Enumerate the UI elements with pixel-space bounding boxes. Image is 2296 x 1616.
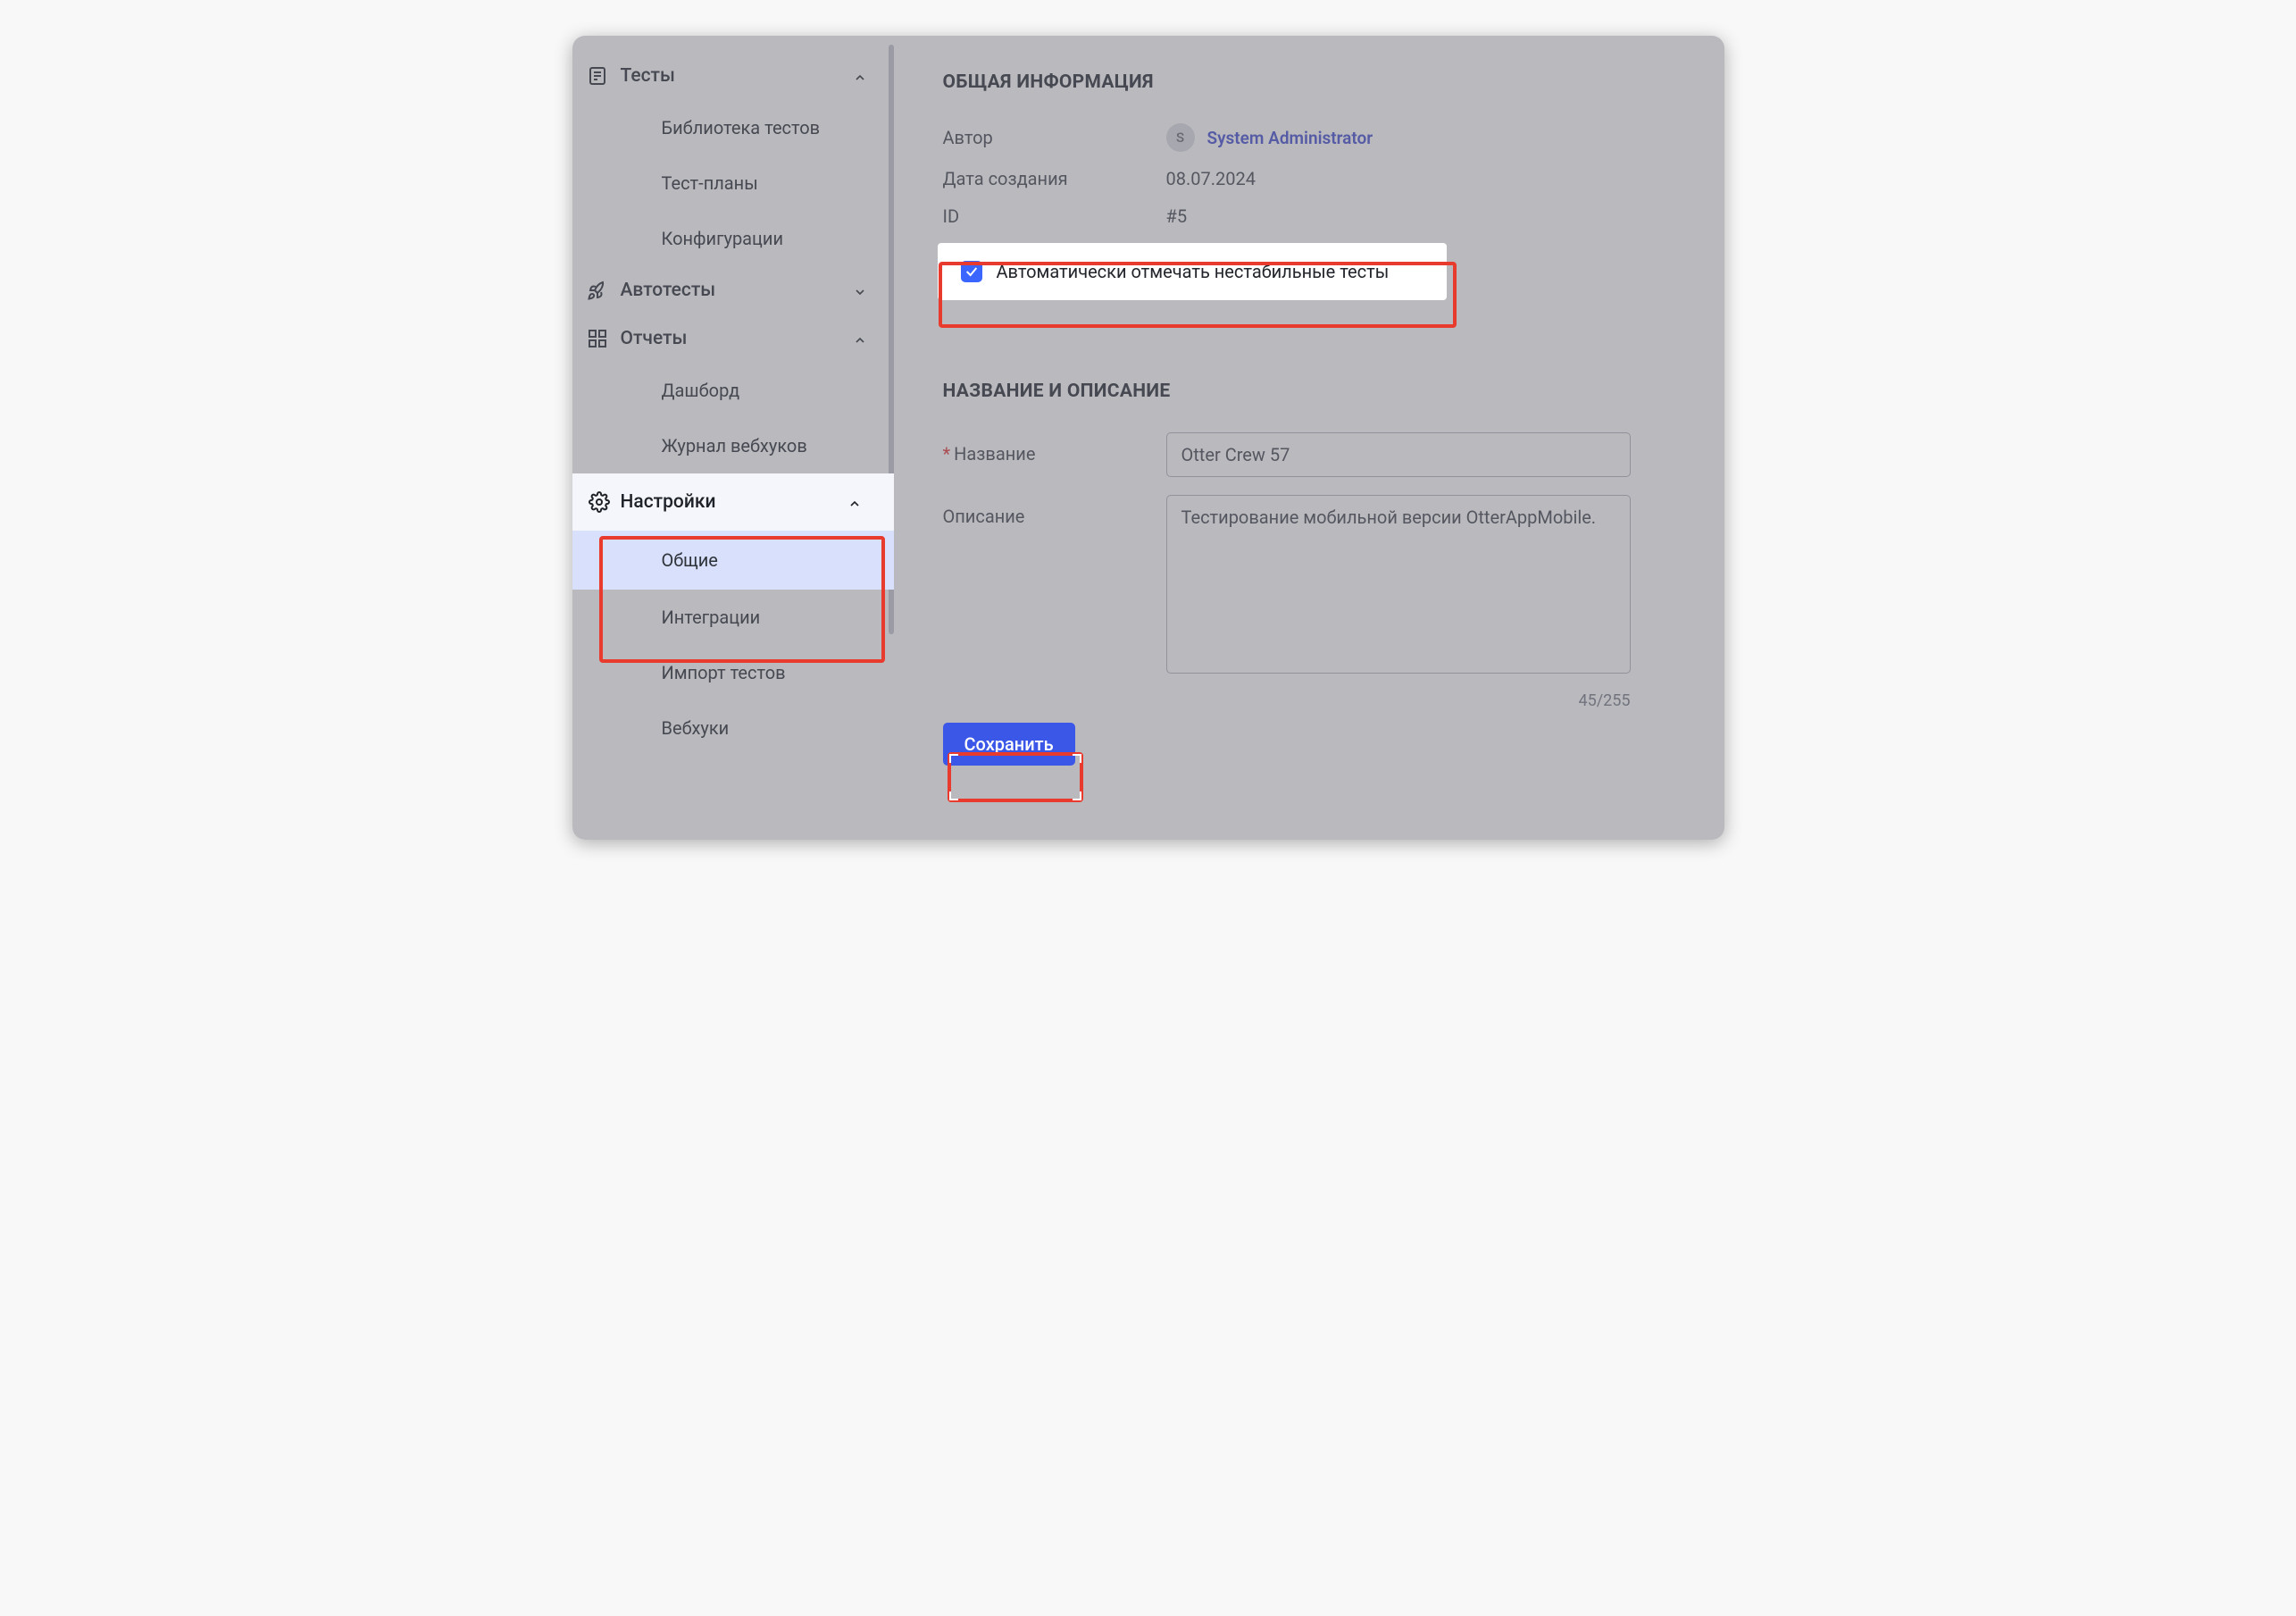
nav-webhooks[interactable]: Вебхуки (572, 700, 894, 756)
nav-settings-general[interactable]: Общие (572, 531, 894, 590)
chevron-up-icon (853, 69, 867, 83)
id-label: ID (943, 205, 1166, 227)
auto-flaky-checkbox-row[interactable]: Автоматически отмечать нестабильные тест… (938, 243, 1447, 300)
nav-settings-label: Настройки (621, 491, 716, 513)
nav-reports[interactable]: Отчеты (572, 314, 894, 363)
nav-test-library[interactable]: Библиотека тестов (572, 100, 894, 155)
nav-configurations[interactable]: Конфигурации (572, 211, 894, 266)
author-avatar: S (1166, 123, 1195, 152)
description-row: Описание (943, 495, 1671, 674)
auto-flaky-label: Автоматически отмечать нестабильные тест… (997, 261, 1390, 282)
checkbox-checked-icon[interactable] (961, 261, 982, 282)
nav-test-plans[interactable]: Тест-планы (572, 155, 894, 211)
chevron-up-icon (853, 331, 867, 346)
nav-autotests-label: Автотесты (621, 280, 716, 301)
name-label: *Название (943, 432, 1166, 465)
author-label: Автор (943, 127, 1166, 148)
save-button[interactable]: Сохранить (943, 723, 1075, 766)
author-row: Автор S System Administrator (943, 123, 1671, 152)
nav-tests[interactable]: Тесты (572, 52, 894, 100)
created-label: Дата создания (943, 168, 1166, 189)
created-row: Дата создания 08.07.2024 (943, 168, 1671, 189)
description-textarea[interactable] (1166, 495, 1631, 674)
id-row: ID #5 (943, 205, 1671, 227)
description-label: Описание (943, 495, 1166, 527)
chevron-down-icon (853, 283, 867, 297)
sidebar: Тесты Библиотека тестов Тест-планы Конфи… (572, 36, 894, 840)
nav-reports-label: Отчеты (621, 328, 688, 349)
nav-dashboard[interactable]: Дашборд (572, 363, 894, 418)
name-input[interactable] (1166, 432, 1631, 477)
name-row: *Название (943, 432, 1671, 477)
dashboard-icon (587, 328, 608, 349)
document-icon (587, 65, 608, 87)
description-char-count: 45/255 (943, 691, 1631, 710)
general-info-heading: ОБЩАЯ ИНФОРМАЦИЯ (943, 71, 1671, 93)
nav-settings[interactable]: Настройки (572, 473, 894, 531)
nav-webhook-log[interactable]: Журнал вебхуков (572, 418, 894, 473)
created-value: 08.07.2024 (1166, 168, 1256, 189)
gear-icon (589, 491, 610, 513)
name-desc-heading: НАЗВАНИЕ И ОПИСАНИЕ (943, 381, 1671, 402)
app-window: Тесты Библиотека тестов Тест-планы Конфи… (572, 36, 1724, 840)
main-content: ОБЩАЯ ИНФОРМАЦИЯ Автор S System Administ… (894, 36, 1724, 840)
chevron-up-icon (847, 495, 862, 509)
nav-integrations[interactable]: Интеграции (572, 590, 894, 645)
nav-tests-label: Тесты (621, 65, 675, 87)
nav-import-tests[interactable]: Импорт тестов (572, 645, 894, 700)
nav-autotests[interactable]: Автотесты (572, 266, 894, 314)
author-link[interactable]: System Administrator (1207, 128, 1373, 148)
id-value: #5 (1166, 205, 1188, 227)
rocket-icon (587, 280, 608, 301)
